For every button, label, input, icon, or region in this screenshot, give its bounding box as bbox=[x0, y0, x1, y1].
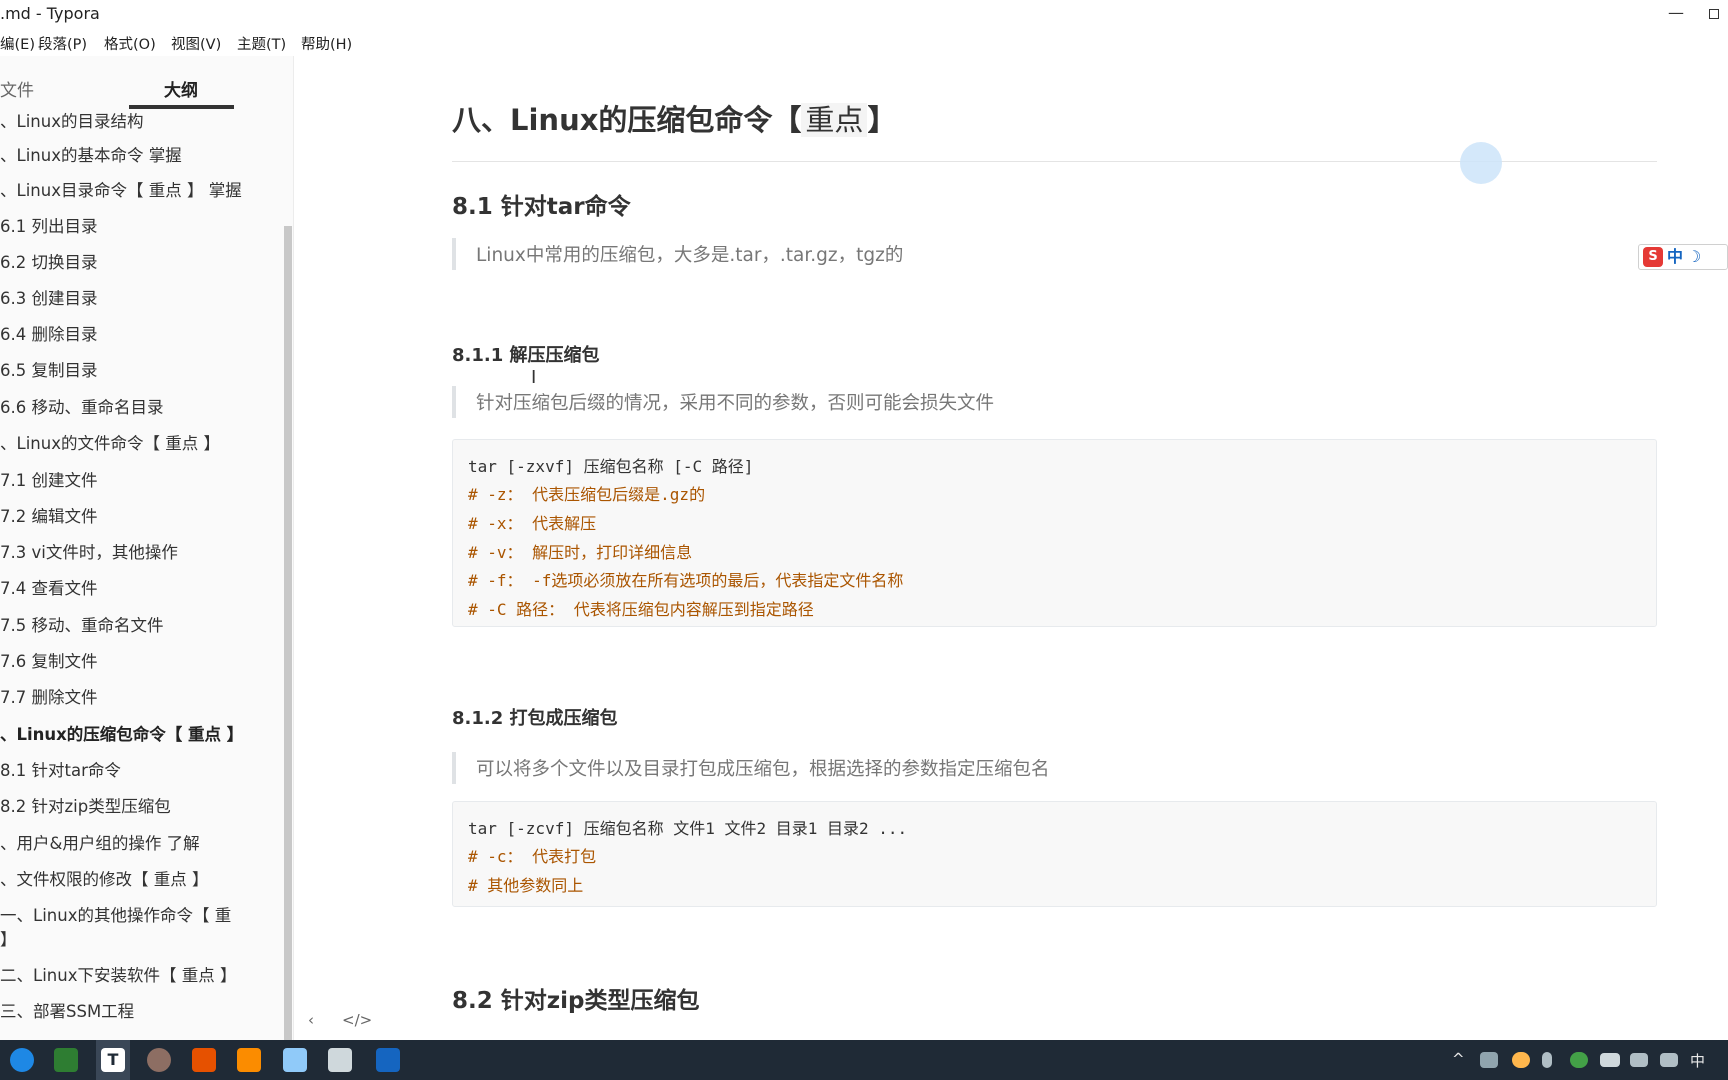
blockquote-pack-text: 可以将多个文件以及目录打包成压缩包，根据选择的参数指定压缩包名 bbox=[476, 759, 1050, 780]
menu-theme[interactable]: 主题(T) bbox=[237, 33, 286, 54]
taskbar: T ^ 中 bbox=[0, 1040, 1728, 1080]
outline-item[interactable]: 三、部署SSM工程 bbox=[0, 1001, 134, 1023]
outline-item[interactable]: 7.3 vi文件时，其他操作 bbox=[0, 542, 178, 564]
tab-files[interactable]: 文件 bbox=[0, 76, 34, 101]
code-comment-line: # -c： 代表打包 bbox=[468, 847, 597, 866]
outline-item[interactable]: 、Linux的压缩包命令【 重点 】 bbox=[0, 724, 243, 746]
code-comment-line: # -z： 代表压缩包后缀是.gz的 bbox=[468, 485, 706, 504]
sublime-icon[interactable] bbox=[192, 1048, 216, 1072]
code-block-extract[interactable]: tar [-zxvf] 压缩包名称 [-C 路径] # -z： 代表压缩包后缀是… bbox=[452, 439, 1657, 627]
sogou-logo-icon: S bbox=[1643, 247, 1663, 267]
heading-mark: 重点 bbox=[801, 103, 868, 137]
outline-item[interactable]: 】 bbox=[0, 929, 17, 951]
outline-item[interactable]: 7.7 删除文件 bbox=[0, 687, 98, 709]
tray-chevron-icon[interactable]: ^ bbox=[1452, 1050, 1465, 1068]
maximize-button[interactable] bbox=[1699, 0, 1728, 28]
outline-item[interactable]: 、文件权限的修改【 重点 】 bbox=[0, 869, 209, 891]
editor[interactable]: 八、Linux的压缩包命令【 重点】 8.1 针对tar命令 Linux中常用的压… bbox=[295, 56, 1728, 1040]
outline-item[interactable]: 7.5 移动、重命名文件 bbox=[0, 615, 164, 637]
code-comment-line: # -f： -f选项必须放在所有选项的最后，代表指定文件名称 bbox=[468, 571, 904, 590]
code-comment-line: # -v： 解压时，打印详细信息 bbox=[468, 543, 693, 562]
heading-compression-text: 八、Linux的压缩包命令【 bbox=[452, 103, 802, 137]
heading-zip: 8.2 针对zip类型压缩包 bbox=[452, 988, 700, 1014]
menu-paragraph[interactable]: 段落(P) bbox=[38, 33, 87, 54]
minimize-button[interactable]: — bbox=[1653, 0, 1699, 28]
title-bar: .md - Typora — bbox=[0, 0, 1728, 28]
tray-qq-icon[interactable] bbox=[1512, 1052, 1530, 1068]
heading-pack: 8.1.2 打包成压缩包 bbox=[452, 708, 618, 729]
heading-compression: 八、Linux的压缩包命令【 重点】 bbox=[452, 97, 896, 139]
menu-format[interactable]: 格式(O) bbox=[104, 33, 156, 54]
code-comment-line: # -C 路径： 代表将压缩包内容解压到指定路径 bbox=[468, 600, 814, 619]
ibeam-cursor-icon: I bbox=[531, 367, 537, 388]
sidebar-scrollbar[interactable] bbox=[284, 226, 292, 1040]
input-language-indicator[interactable]: 中 bbox=[1690, 1050, 1705, 1071]
avatar-app-icon[interactable] bbox=[147, 1048, 171, 1072]
outline-item[interactable]: 二、Linux下安装软件【 重点 】 bbox=[0, 965, 236, 987]
remote-desktop-icon[interactable] bbox=[283, 1048, 307, 1072]
window-manager-icon[interactable] bbox=[237, 1048, 261, 1072]
outline-item[interactable]: 8.1 针对tar命令 bbox=[0, 760, 121, 782]
outline-item[interactable]: 、Linux的基本命令 掌握 bbox=[0, 145, 182, 167]
outline-item[interactable]: 6.1 列出目录 bbox=[0, 216, 98, 238]
outline-item[interactable]: 8.2 针对zip类型压缩包 bbox=[0, 796, 171, 818]
typora-icon[interactable]: T bbox=[101, 1048, 125, 1072]
blockquote-tar: Linux中常用的压缩包，大多是.tar，.tar.gz，tgz的 bbox=[452, 238, 1657, 270]
code-line: tar [-zcvf] 压缩包名称 文件1 文件2 目录1 目录2 ... bbox=[468, 819, 908, 838]
menu-help[interactable]: 帮助(H) bbox=[301, 33, 352, 54]
outline-item[interactable]: 、用户&用户组的操作 了解 bbox=[0, 833, 200, 855]
heading-compression-end: 】 bbox=[867, 103, 897, 137]
heading-tar: 8.1 针对tar命令 bbox=[452, 194, 631, 220]
blockquote-extract: 针对压缩包后缀的情况，采用不同的参数，否则可能会损失文件 bbox=[452, 386, 1657, 418]
network-icon[interactable] bbox=[1630, 1053, 1648, 1067]
tab-outline[interactable]: 大纲 bbox=[164, 76, 198, 101]
moon-icon[interactable]: ☽ bbox=[1687, 247, 1701, 266]
outline-item[interactable]: 6.4 删除目录 bbox=[0, 324, 98, 346]
maximize-icon bbox=[1708, 9, 1719, 19]
outline-item[interactable]: 7.6 复制文件 bbox=[0, 651, 98, 673]
ime-mode-toggle[interactable]: 中 bbox=[1667, 247, 1683, 266]
edge-icon[interactable] bbox=[10, 1048, 34, 1072]
blockquote-pack: 可以将多个文件以及目录打包成压缩包，根据选择的参数指定压缩包名 bbox=[452, 752, 1657, 784]
volume-icon[interactable] bbox=[1660, 1053, 1678, 1067]
code-comment-line: # -x： 代表解压 bbox=[468, 514, 597, 533]
battery-icon[interactable] bbox=[1600, 1053, 1620, 1067]
outline-item[interactable]: 7.4 查看文件 bbox=[0, 578, 98, 600]
outline-item[interactable]: 7.1 创建文件 bbox=[0, 470, 98, 492]
outline-item[interactable]: 、Linux的目录结构 bbox=[0, 111, 143, 133]
outline-item[interactable]: 、Linux的文件命令【 重点 】 bbox=[0, 433, 220, 455]
outline-item[interactable]: 6.5 复制目录 bbox=[0, 360, 98, 382]
tray-green-icon[interactable] bbox=[1570, 1052, 1588, 1068]
sidebar: 文件 大纲 、Linux的目录结构、Linux的基本命令 掌握、Linux目录命… bbox=[0, 56, 294, 1040]
outline-item[interactable]: 6.3 创建目录 bbox=[0, 288, 98, 310]
outline-item[interactable]: 、Linux目录命令【 重点 】 掌握 bbox=[0, 180, 242, 202]
outline-item[interactable]: 7.2 编辑文件 bbox=[0, 506, 98, 528]
outline-item[interactable]: 一、Linux的其他操作命令【 重 bbox=[0, 905, 231, 927]
floating-assistant-bubble[interactable] bbox=[1460, 142, 1502, 184]
code-block-pack[interactable]: tar [-zcvf] 压缩包名称 文件1 文件2 目录1 目录2 ... # … bbox=[452, 801, 1657, 907]
menu-view[interactable]: 视图(V) bbox=[171, 33, 221, 54]
code-comment-line: # 其他参数同上 bbox=[468, 876, 584, 895]
excel-icon[interactable] bbox=[54, 1048, 78, 1072]
code-line: tar [-zxvf] 压缩包名称 [-C 路径] bbox=[468, 457, 754, 476]
window-title: .md - Typora bbox=[0, 4, 100, 23]
outline-item[interactable]: 6.6 移动、重命名目录 bbox=[0, 397, 164, 419]
ime-toolbar[interactable]: S 中 ☽ bbox=[1638, 244, 1728, 270]
blockquote-tar-text: Linux中常用的压缩包，大多是.tar，.tar.gz，tgz的 bbox=[476, 245, 904, 266]
outline-item[interactable]: 6.2 切换目录 bbox=[0, 252, 98, 274]
tray-app-icon[interactable] bbox=[1480, 1052, 1498, 1068]
heading-extract: 8.1.1 解压压缩包 bbox=[452, 345, 600, 366]
microphone-icon[interactable] bbox=[1542, 1052, 1552, 1068]
blockquote-extract-text: 针对压缩包后缀的情况，采用不同的参数，否则可能会损失文件 bbox=[476, 393, 995, 414]
parallels-icon[interactable] bbox=[376, 1048, 400, 1072]
tab-active-indicator bbox=[129, 105, 234, 109]
menu-bar: 编(E) 段落(P) 格式(O) 视图(V) 主题(T) 帮助(H) bbox=[0, 30, 1728, 54]
menu-edit[interactable]: 编(E) bbox=[0, 33, 35, 54]
vm-console-icon[interactable] bbox=[328, 1048, 352, 1072]
